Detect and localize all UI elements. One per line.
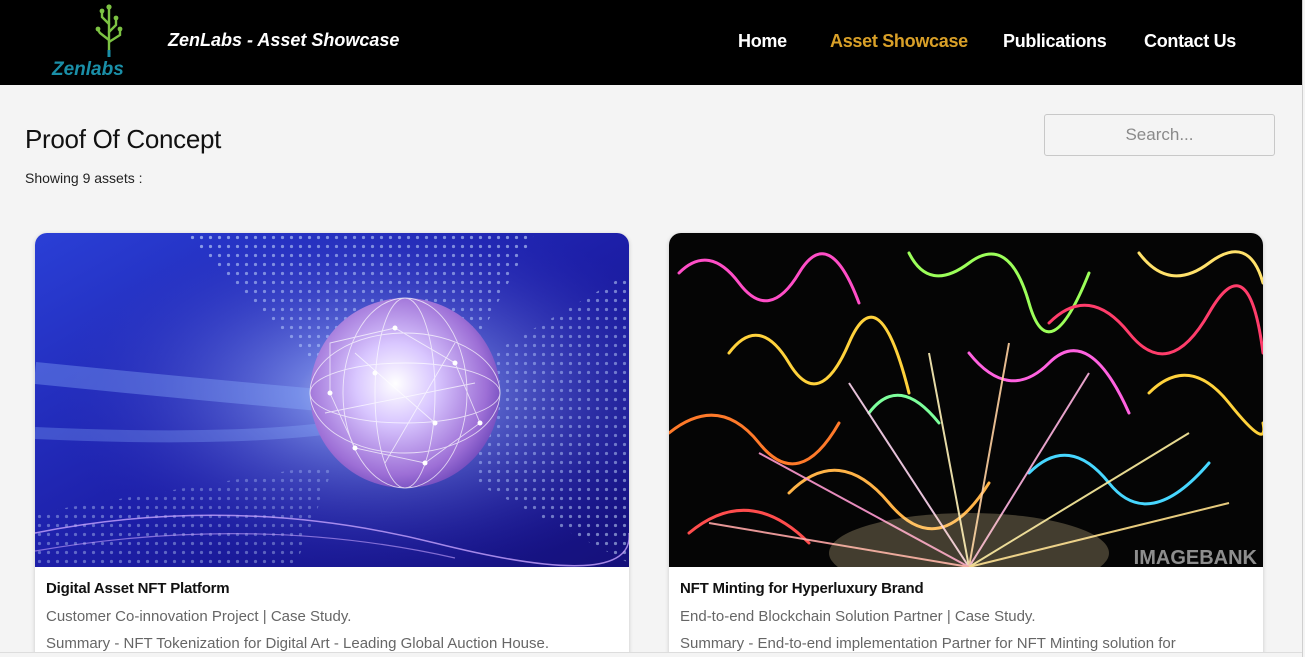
image-watermark: IMAGEBANK [1134,547,1258,567]
card-title[interactable]: Digital Asset NFT Platform [46,580,230,597]
search-input[interactable] [1044,114,1275,156]
asset-card[interactable]: IMAGEBANK NFT Minting for Hyperluxury Br… [669,233,1263,657]
logo-wordmark: Zenlabs [51,59,124,80]
zenlabs-logo[interactable]: Zenlabs [50,2,142,80]
card-summary: Summary - End-to-end implementation Part… [680,635,1176,652]
card-image[interactable] [35,233,629,567]
nav-asset-showcase[interactable]: Asset Showcase [830,31,968,52]
nav-contact-us[interactable]: Contact Us [1144,31,1236,52]
card-summary: Summary - NFT Tokenization for Digital A… [46,635,550,652]
card-title[interactable]: NFT Minting for Hyperluxury Brand [680,580,924,597]
page-fold [0,652,1302,657]
card-subtitle: End-to-end Blockchain Solution Partner |… [680,608,1036,625]
nav-publications[interactable]: Publications [1003,31,1107,52]
nav-home[interactable]: Home [738,31,787,52]
asset-card[interactable]: Digital Asset NFT Platform Customer Co-i… [35,233,629,657]
card-image[interactable]: IMAGEBANK [669,233,1263,567]
page-title: Proof Of Concept [25,124,222,154]
top-navbar: Zenlabs ZenLabs - Asset Showcase Home As… [0,0,1302,85]
card-subtitle: Customer Co-innovation Project | Case St… [46,608,352,625]
asset-count: Showing 9 assets : [25,170,143,186]
brand-title: ZenLabs - Asset Showcase [168,30,400,50]
